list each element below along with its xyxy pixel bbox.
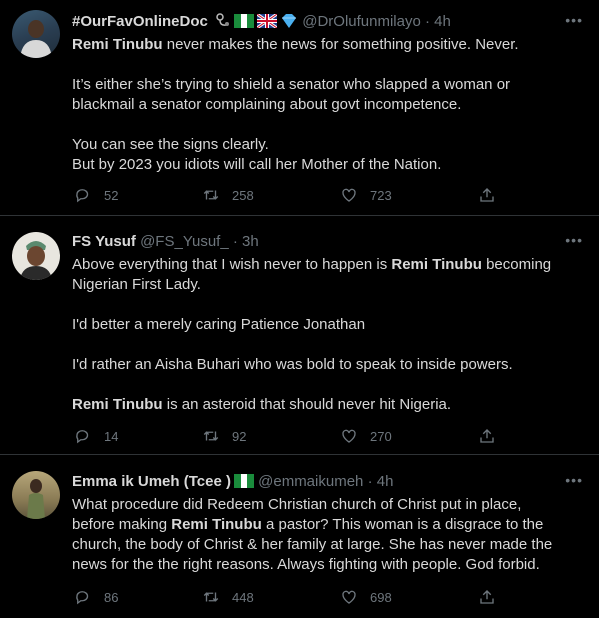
tweet-2[interactable]: FS Yusuf @FS_Yusuf_ · 3h ••• Above every… [0, 216, 599, 455]
share-icon [480, 429, 494, 443]
tweet-actions: 52 258 723 [72, 186, 532, 206]
retweet-icon [203, 592, 219, 602]
tweet-line: I'd better a merely caring Patience Jona… [72, 316, 366, 333]
highlighted-term: Remi Tinubu [72, 36, 163, 53]
avatar[interactable] [12, 232, 60, 280]
stethoscope-icon [215, 12, 231, 34]
like-count: 270 [370, 428, 392, 444]
blue-diamond-icon [280, 14, 298, 34]
line-text: becoming [481, 256, 552, 273]
heart-icon [342, 188, 356, 202]
retweet-icon [203, 431, 219, 441]
tweet-line: Above everything that I wish never to ha… [72, 255, 572, 275]
tweet-line: Nigerian First Lady. [72, 276, 201, 293]
avatar-person-icon [20, 20, 52, 58]
display-name[interactable]: FS Yusuf [72, 233, 136, 250]
reply-icon [76, 591, 89, 605]
retweet-button[interactable]: 448 [202, 588, 254, 606]
timestamp[interactable]: 4h [434, 13, 451, 30]
share-button[interactable] [478, 186, 508, 204]
separator: · [424, 13, 430, 30]
share-button[interactable] [478, 427, 508, 445]
tweet-actions: 14 92 270 [72, 427, 532, 447]
nigeria-flag-icon [233, 474, 254, 494]
tweet-line: I'd rather an Aisha Buhari who was bold … [72, 356, 513, 373]
timestamp[interactable]: 4h [377, 473, 394, 490]
retweet-button[interactable]: 258 [202, 186, 254, 204]
tweet-line: But by 2023 you idiots will call her Mot… [72, 156, 442, 173]
separator: · [367, 473, 373, 490]
tweet-line: Remi Tinubu is an asteroid that should n… [72, 395, 572, 415]
tweet-text: Above everything that I wish never to ha… [72, 255, 572, 415]
like-button[interactable]: 723 [340, 186, 392, 204]
reply-count: 86 [104, 589, 119, 605]
highlighted-term: Remi Tinubu [391, 256, 482, 273]
retweet-count: 258 [232, 187, 254, 203]
avatar[interactable] [12, 471, 60, 519]
nigeria-flag-icon [234, 14, 255, 34]
line-text: a pastor? This woman is a disgrace to th… [261, 516, 544, 533]
more-options-button[interactable]: ••• [565, 232, 583, 248]
retweet-button[interactable]: 92 [202, 427, 246, 445]
display-name[interactable]: Emma ik Umeh (Tcee ) [72, 473, 231, 490]
reply-count: 14 [104, 428, 119, 444]
tweet-text: What procedure did Redeem Christian chur… [72, 495, 572, 575]
like-button[interactable]: 270 [340, 427, 392, 445]
share-icon [480, 188, 494, 202]
tweet-1[interactable]: #OurFavOnlineDoc @DrOlufunmilayo · 4h ••… [0, 0, 599, 216]
highlighted-term: Remi Tinubu [171, 516, 262, 533]
avatar[interactable] [12, 10, 60, 58]
reply-button[interactable]: 86 [74, 588, 118, 606]
more-options-button[interactable]: ••• [565, 472, 583, 488]
retweet-count: 448 [232, 589, 254, 605]
reply-button[interactable]: 14 [74, 427, 118, 445]
line-text: Above everything that I wish never to ha… [72, 256, 392, 273]
display-name[interactable]: #OurFavOnlineDoc [72, 13, 208, 30]
tweet-header: Emma ik Umeh (Tcee ) @emmaikumeh · 4h [72, 472, 587, 494]
reply-button[interactable]: 52 [74, 186, 118, 204]
highlighted-term: Remi Tinubu [72, 396, 163, 413]
retweet-icon [203, 190, 219, 200]
share-icon [480, 590, 494, 604]
tweet-line: before making Remi Tinubu a pastor? This… [72, 515, 572, 535]
reply-count: 52 [104, 187, 119, 203]
line-text: never makes the news for something posit… [162, 36, 519, 53]
tweet-header: FS Yusuf @FS_Yusuf_ · 3h [72, 232, 587, 252]
user-handle[interactable]: @DrOlufunmilayo [302, 13, 421, 30]
user-handle[interactable]: @FS_Yusuf_ [140, 233, 229, 250]
tweet-line: Remi Tinubu never makes the news for som… [72, 35, 572, 55]
timestamp[interactable]: 3h [242, 233, 259, 250]
reply-icon [76, 430, 89, 444]
avatar-person-icon [20, 241, 52, 280]
more-options-button[interactable]: ••• [565, 12, 583, 28]
retweet-count: 92 [232, 428, 247, 444]
uk-flag-icon [256, 12, 278, 34]
share-button[interactable] [478, 588, 508, 606]
tweet-actions: 86 448 698 [72, 588, 532, 608]
line-text: is an asteroid that should never hit Nig… [162, 396, 452, 413]
tweet-line: You can see the signs clearly. [72, 136, 269, 153]
tweet-line: news for the the right reasons. Always f… [72, 556, 540, 573]
like-button[interactable]: 698 [340, 588, 392, 606]
like-count: 723 [370, 187, 392, 203]
tweet-3[interactable]: Emma ik Umeh (Tcee ) @emmaikumeh · 4h ••… [0, 455, 599, 618]
user-handle[interactable]: @emmaikumeh [258, 473, 363, 490]
like-count: 698 [370, 589, 392, 605]
separator: · [232, 233, 238, 250]
avatar-person-icon [27, 479, 45, 519]
tweet-text: Remi Tinubu never makes the news for som… [72, 35, 572, 175]
line-text: before making [72, 516, 172, 533]
reply-icon [76, 189, 89, 203]
tweet-line: It’s either she’s trying to shield a sen… [72, 76, 511, 93]
tweet-line: church, the body of Christ & her family … [72, 536, 553, 553]
tweet-line: blackmail a senator complaining about go… [72, 96, 462, 113]
tweet-header: #OurFavOnlineDoc @DrOlufunmilayo · 4h [72, 12, 587, 34]
tweet-line: What procedure did Redeem Christian chur… [72, 496, 522, 513]
heart-icon [342, 429, 356, 443]
heart-icon [342, 590, 356, 604]
